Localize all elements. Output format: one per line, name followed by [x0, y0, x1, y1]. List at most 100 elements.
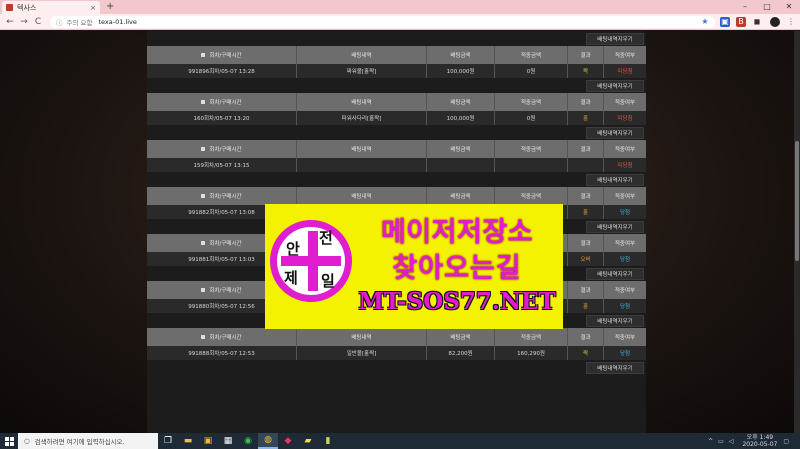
ad-url[interactable]: MT-SOS77.NET	[353, 288, 561, 315]
detail-button-row: 배팅내역지우기	[147, 78, 646, 93]
clear-bet-history-button[interactable]: 배팅내역지우기	[586, 80, 644, 92]
clock-date: 2020-05-07	[742, 441, 778, 448]
taskbar: ○ 검색하려면 여기에 입력하십시오. ❐ ▬ ▣ ▦ ◉ ◍ ◆ ▰ ▮ ^ …	[0, 433, 800, 449]
column-header: 결과	[568, 234, 604, 252]
extension-icon[interactable]: ▣	[720, 17, 730, 27]
info-icon[interactable]: ⓘ	[56, 17, 63, 27]
bookmark-star-icon[interactable]: ★	[700, 17, 710, 27]
maximize-icon[interactable]: □	[756, 0, 778, 14]
notification-icon[interactable]: ▢	[783, 438, 789, 445]
tab-title: 텍사스	[17, 3, 37, 12]
task-view-icon[interactable]: ❐	[158, 433, 178, 449]
checkbox-icon[interactable]	[201, 53, 206, 57]
scrollbar[interactable]	[794, 31, 800, 433]
cell-result: 오버	[568, 252, 604, 266]
chevron-up-icon[interactable]: ^	[708, 438, 713, 445]
store-icon[interactable]: ▣	[198, 433, 218, 449]
clear-bet-history-button[interactable]: 배팅내역지우기	[586, 221, 644, 233]
checkbox-icon[interactable]	[201, 194, 206, 198]
column-header: 배팅금액	[427, 328, 495, 346]
cell-amount: 100,000원	[427, 64, 495, 78]
column-header-label: 적중금액	[520, 53, 542, 59]
cell-status: 당첨	[619, 257, 631, 263]
column-header-label: 적중여부	[614, 53, 636, 59]
cell-result: 홀	[568, 299, 604, 313]
column-header: 결과	[568, 93, 604, 111]
windows-logo-icon	[4, 436, 14, 446]
kakaotalk-icon[interactable]: ▰	[298, 433, 318, 449]
column-header-label: 회차/구매시간	[209, 335, 242, 341]
column-header-label: 회차/구매시간	[209, 53, 242, 59]
clear-bet-history-button[interactable]: 배팅내역지우기	[586, 315, 644, 327]
checkbox-icon[interactable]	[201, 288, 206, 292]
app-icon[interactable]: ◉	[238, 433, 258, 449]
address-bar[interactable]: ⓘ 주의 요함 texa-01.live	[50, 16, 715, 28]
column-header-label: 적중여부	[614, 194, 636, 200]
clear-bet-history-button[interactable]: 배팅내역지우기	[586, 127, 644, 139]
menu-icon[interactable]: ⋮	[786, 17, 796, 27]
reload-button[interactable]: C	[32, 15, 44, 29]
column-header-label: 회차/구매시간	[209, 147, 242, 153]
extension-icon-3[interactable]: ◼	[752, 17, 762, 27]
cell-result: 짝	[568, 346, 604, 360]
column-header-label: 배팅내역	[351, 335, 372, 341]
ad-banner[interactable]: 안 전 제 일 메이저저장소 찾아오는길 MT-SOS77.NET	[265, 204, 563, 329]
taskbar-search[interactable]: ○ 검색하려면 여기에 입력하십시오.	[18, 433, 158, 449]
badge-char: 제	[284, 269, 298, 287]
forward-button[interactable]: →	[18, 15, 30, 29]
column-header: 배팅금액	[427, 93, 495, 111]
checkbox-icon[interactable]	[201, 100, 206, 104]
search-icon: ○	[24, 437, 30, 445]
clock[interactable]: 오후 1:49 2020-05-07	[742, 434, 777, 448]
browser-tab[interactable]: 텍사스 ×	[2, 1, 100, 14]
app-icon-2[interactable]: ▮	[318, 433, 338, 449]
column-header: 적중여부	[604, 234, 646, 252]
safety-badge: 안 전 제 일	[270, 220, 352, 302]
new-tab-button[interactable]: +	[106, 1, 114, 13]
chrome-icon[interactable]: ◍	[258, 433, 278, 449]
extension-icon-2[interactable]: B	[736, 17, 746, 27]
column-header: 배팅금액	[427, 140, 495, 158]
column-header: 결과	[568, 140, 604, 158]
detail-button-row: 배팅내역지우기	[147, 125, 646, 140]
table-header: 회차/구매시간 배팅내역 배팅금액 적중금액 결과 적중여부	[147, 187, 646, 205]
calculator-icon[interactable]: ▦	[218, 433, 238, 449]
column-header-label: 배팅금액	[450, 335, 471, 341]
profile-avatar[interactable]	[770, 17, 780, 27]
paint-icon[interactable]: ◆	[278, 433, 298, 449]
cell-time: 991888회차/05-07 12:53	[147, 346, 297, 360]
checkbox-icon[interactable]	[201, 241, 206, 245]
column-header: 결과	[568, 46, 604, 64]
start-button[interactable]	[0, 433, 18, 449]
minimize-icon[interactable]: –	[734, 0, 756, 14]
network-icon[interactable]: ▭	[718, 438, 724, 445]
tab-close-icon[interactable]: ×	[90, 4, 96, 12]
table-row: 160회차/05-07 13:20 파워사다리[홀짝] 100,000원 0원 홀 미당첨	[147, 111, 646, 125]
clear-bet-history-button[interactable]: 배팅내역지우기	[586, 268, 644, 280]
clear-bet-history-button[interactable]: 배팅내역지우기	[586, 33, 644, 45]
column-header: 적중여부	[604, 46, 646, 64]
tab-strip: 텍사스 × + – □ ✕	[0, 0, 800, 14]
column-header: 적중여부	[604, 93, 646, 111]
column-header: 배팅내역	[297, 93, 427, 111]
column-header: 적중여부	[604, 328, 646, 346]
column-header-label: 배팅금액	[450, 194, 471, 200]
table-header: 회차/구매시간 배팅내역 배팅금액 적중금액 결과 적중여부	[147, 328, 646, 346]
column-header: 회차/구매시간	[147, 46, 297, 64]
back-button[interactable]: ←	[4, 15, 16, 29]
close-window-icon[interactable]: ✕	[778, 0, 800, 14]
column-header: 배팅내역	[297, 187, 427, 205]
checkbox-icon[interactable]	[201, 335, 206, 339]
column-header-label: 결과	[580, 194, 591, 200]
cell-bet: 파워사다리[홀짝]	[297, 111, 427, 125]
checkbox-icon[interactable]	[201, 147, 206, 151]
scroll-thumb[interactable]	[795, 141, 799, 261]
clear-bet-history-button[interactable]: 배팅내역지우기	[586, 174, 644, 186]
column-header: 배팅금액	[427, 187, 495, 205]
clear-bet-history-button[interactable]: 배팅내역지우기	[586, 362, 644, 374]
column-header-label: 결과	[580, 100, 591, 106]
cell-result	[568, 158, 604, 172]
explorer-icon[interactable]: ▬	[178, 433, 198, 449]
volume-icon[interactable]: ◁	[729, 438, 734, 445]
column-header-label: 배팅내역	[351, 147, 372, 153]
